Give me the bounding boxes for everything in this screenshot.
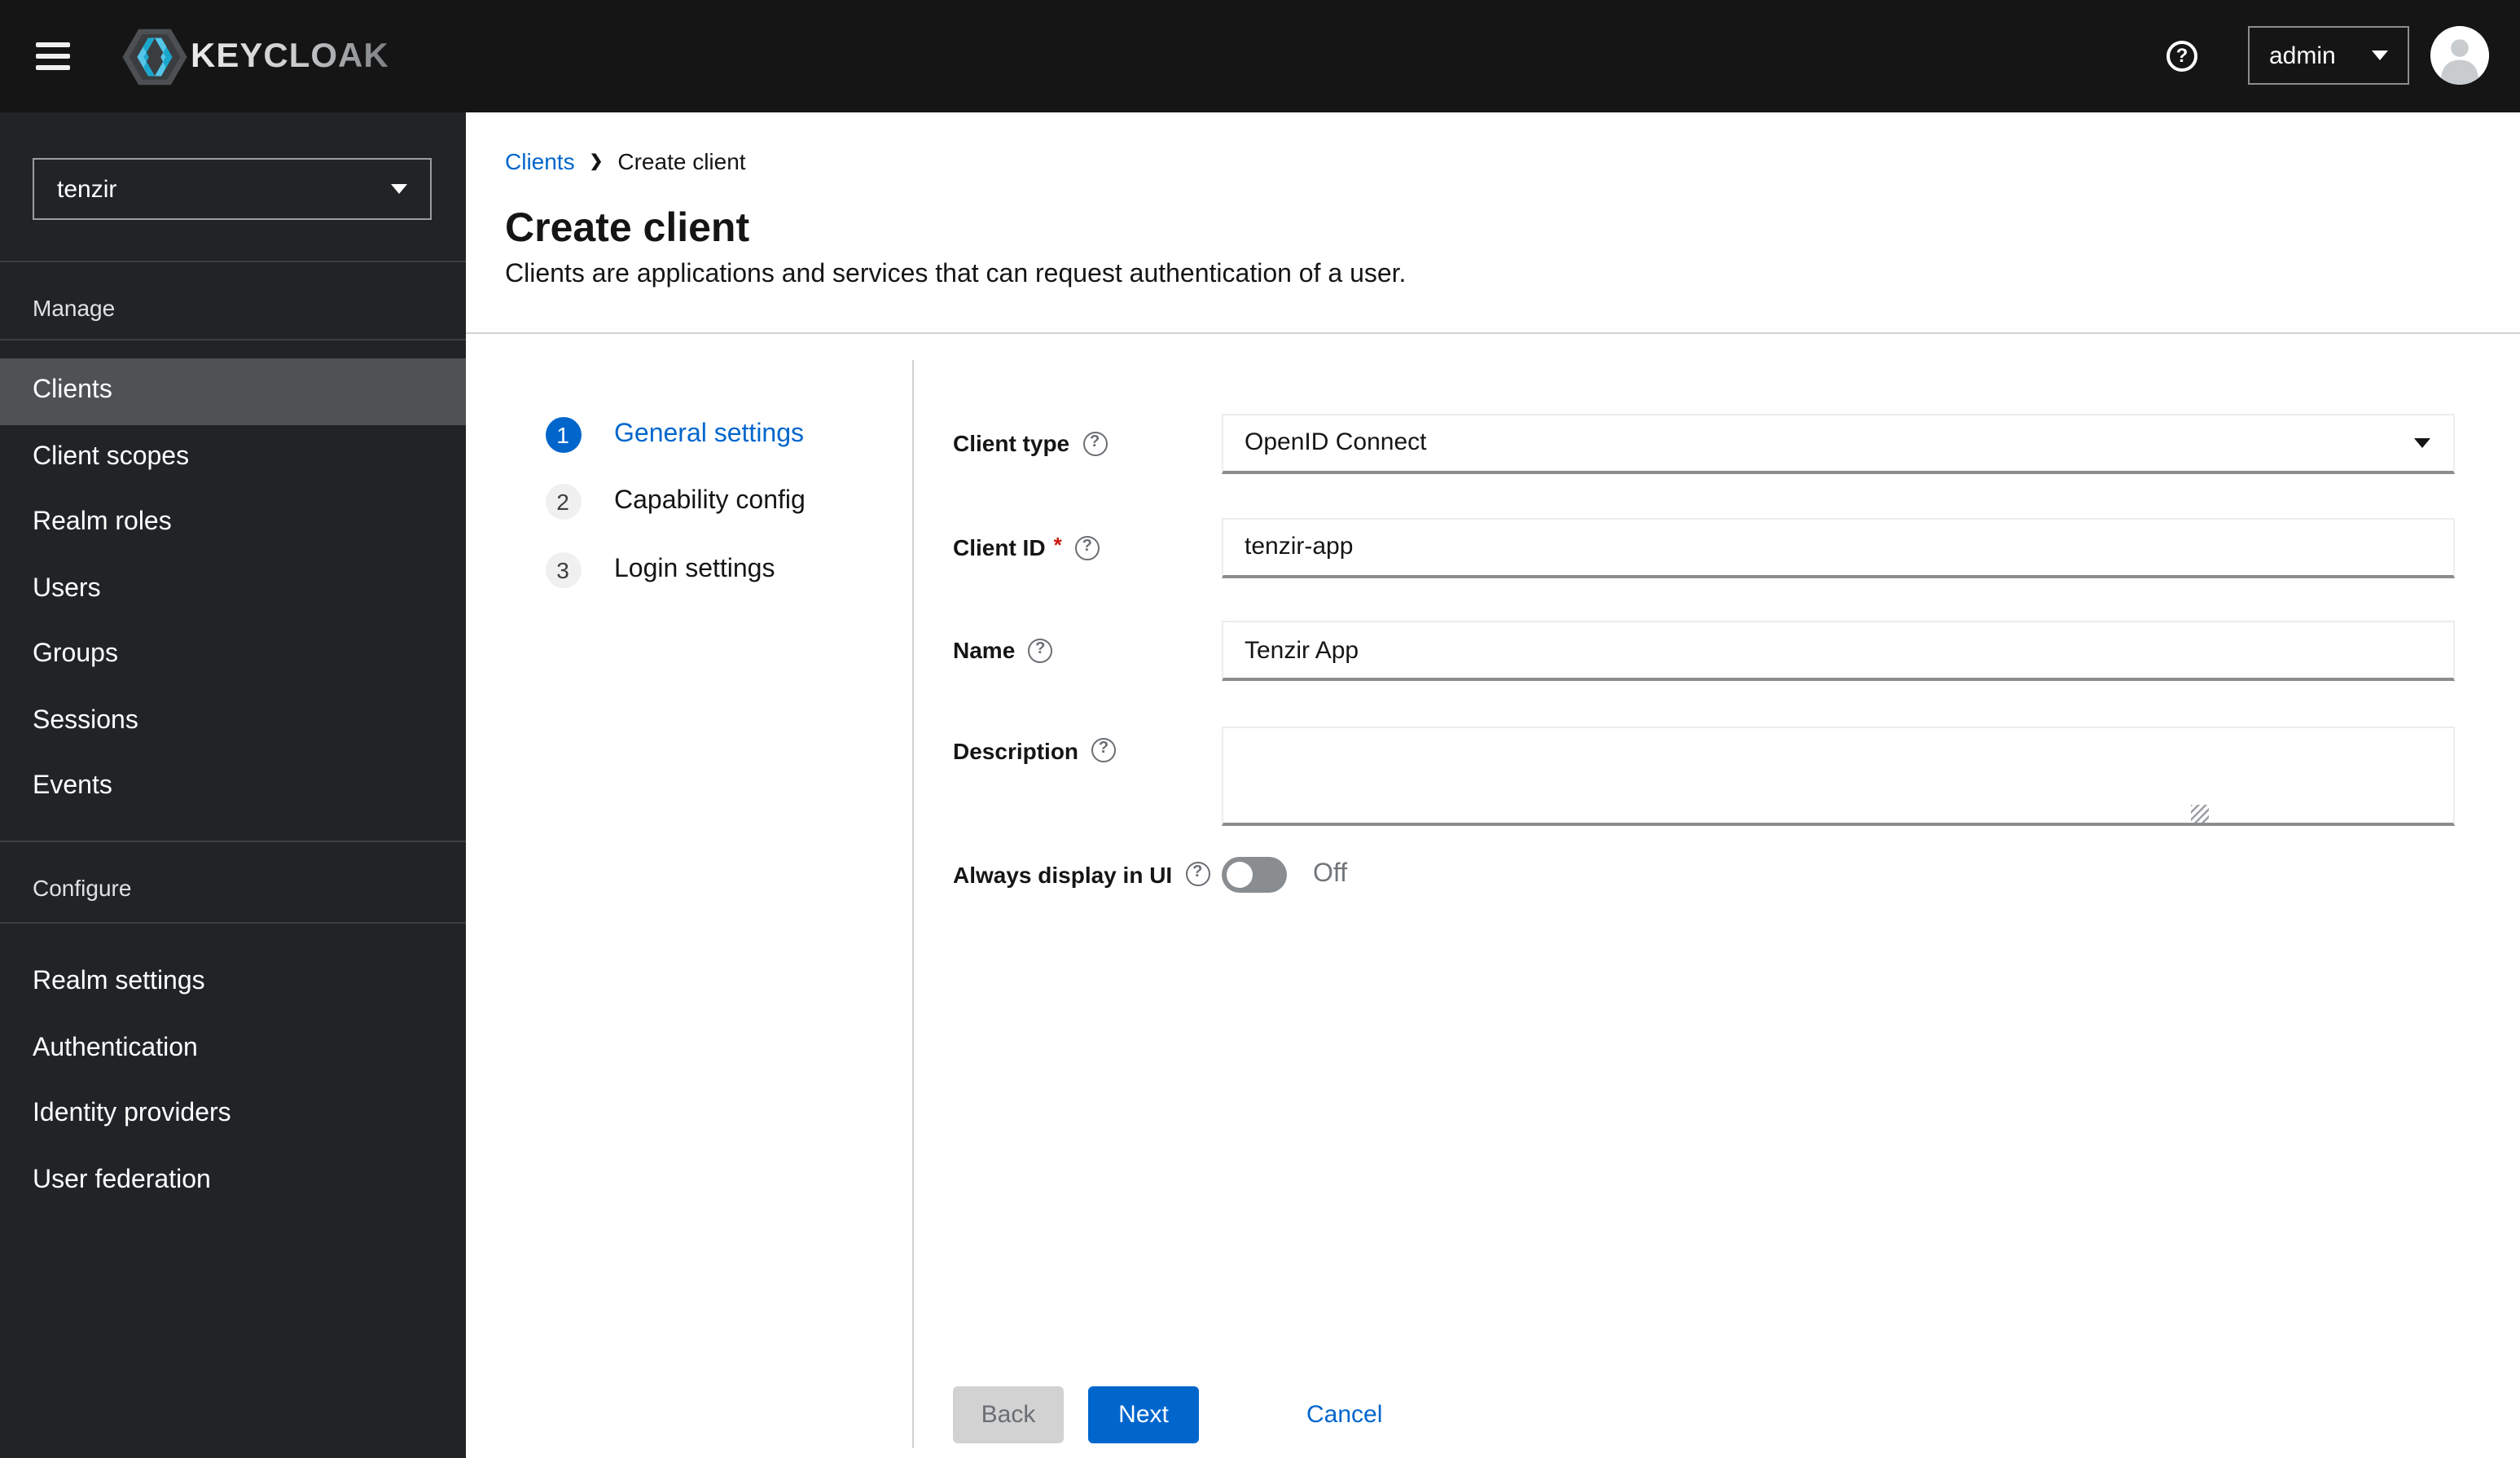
sidebar-item-sessions[interactable]: Sessions bbox=[0, 688, 466, 754]
cancel-link[interactable]: Cancel bbox=[1306, 1386, 1382, 1443]
page-header: Clients ❯ Create client Create client Cl… bbox=[466, 112, 2520, 334]
sidebar-item-clients[interactable]: Clients bbox=[0, 358, 466, 424]
wizard-step-general-settings[interactable]: 1 General settings bbox=[545, 416, 804, 452]
label-text: Name bbox=[953, 637, 1016, 663]
label-text: Client type bbox=[953, 430, 1070, 456]
back-button[interactable]: Back bbox=[953, 1386, 1064, 1443]
description-label: Description ? bbox=[953, 737, 1117, 763]
form-panel: Client type ? OpenID Connect Client ID *… bbox=[912, 334, 2520, 1458]
chevron-right-icon: ❯ bbox=[589, 152, 604, 170]
sidebar-item-identity-providers[interactable]: Identity providers bbox=[0, 1082, 466, 1148]
toggle-state-label: Off bbox=[1313, 859, 1348, 887]
breadcrumb: Clients ❯ Create client bbox=[505, 148, 746, 174]
sidebar-item-users[interactable]: Users bbox=[0, 556, 466, 622]
required-asterisk: * bbox=[1053, 533, 1062, 557]
divider bbox=[0, 841, 466, 842]
sidebar-item-realm-settings[interactable]: Realm settings bbox=[0, 950, 466, 1016]
nav-manage-list: Clients Client scopes Realm roles Users … bbox=[0, 358, 466, 820]
page-subtitle: Clients are applications and services th… bbox=[505, 261, 1407, 288]
keycloak-admin-console: KEYCLOAK ? admin tenzir Manage Clients C… bbox=[0, 0, 2520, 1458]
toggle-knob bbox=[1227, 861, 1253, 887]
next-button[interactable]: Next bbox=[1088, 1386, 1199, 1443]
label-text: Always display in UI bbox=[953, 861, 1173, 887]
sidebar-item-events[interactable]: Events bbox=[0, 754, 466, 820]
step-label: Login settings bbox=[614, 555, 775, 582]
sidebar-item-user-federation[interactable]: User federation bbox=[0, 1148, 466, 1214]
sidebar-item-groups[interactable]: Groups bbox=[0, 622, 466, 688]
help-icon[interactable]: ? bbox=[1082, 432, 1108, 456]
label-text: Description bbox=[953, 737, 1079, 763]
keycloak-hexagon-icon bbox=[122, 29, 187, 86]
keycloak-logo: KEYCLOAK bbox=[122, 28, 389, 86]
chevron-down-icon bbox=[2414, 438, 2430, 448]
chevron-down-icon bbox=[391, 184, 407, 194]
divider bbox=[0, 261, 466, 262]
nav-configure-list: Realm settings Authentication Identity p… bbox=[0, 950, 466, 1214]
person-icon bbox=[2430, 26, 2489, 85]
realm-name: tenzir bbox=[57, 175, 117, 203]
step-label: General settings bbox=[614, 419, 805, 447]
help-icon[interactable]: ? bbox=[1091, 738, 1117, 762]
sidebar-item-realm-roles[interactable]: Realm roles bbox=[0, 490, 466, 556]
breadcrumb-clients-link[interactable]: Clients bbox=[505, 148, 575, 174]
breadcrumb-current: Create client bbox=[617, 148, 746, 174]
sidebar: tenzir Manage Clients Client scopes Real… bbox=[0, 112, 466, 1458]
create-client-wizard: 1 General settings 2 Capability config 3… bbox=[466, 334, 2520, 1458]
user-menu-dropdown[interactable]: admin bbox=[2248, 26, 2409, 85]
realm-selector[interactable]: tenzir bbox=[33, 158, 432, 220]
step-number-badge: 1 bbox=[545, 416, 581, 452]
label-text: Client ID bbox=[953, 534, 1046, 560]
always-display-label: Always display in UI ? bbox=[953, 856, 1210, 892]
divider bbox=[0, 922, 466, 924]
username: admin bbox=[2269, 42, 2336, 69]
divider bbox=[0, 339, 466, 340]
name-input[interactable] bbox=[1222, 621, 2455, 681]
avatar[interactable] bbox=[2430, 26, 2489, 85]
wizard-step-login-settings[interactable]: 3 Login settings bbox=[545, 551, 775, 587]
selected-value: OpenID Connect bbox=[1245, 428, 1427, 456]
main-content: Clients ❯ Create client Create client Cl… bbox=[466, 112, 2520, 1458]
step-number-badge: 3 bbox=[545, 551, 581, 587]
page-title: Create client bbox=[505, 205, 750, 251]
sidebar-item-client-scopes[interactable]: Client scopes bbox=[0, 424, 466, 490]
client-id-label: Client ID * ? bbox=[953, 517, 1100, 577]
client-type-label: Client type ? bbox=[953, 414, 1108, 474]
brand-text: KEYCLOAK bbox=[191, 37, 389, 75]
nav-section-manage-title: Manage bbox=[33, 295, 116, 321]
help-icon[interactable]: ? bbox=[1028, 639, 1053, 663]
nav-toggle-hamburger-icon[interactable] bbox=[36, 42, 70, 70]
always-display-toggle[interactable] bbox=[1222, 856, 1287, 892]
help-icon[interactable]: ? bbox=[1074, 535, 1100, 560]
help-icon[interactable]: ? bbox=[2167, 41, 2197, 72]
wizard-step-capability-config[interactable]: 2 Capability config bbox=[545, 484, 806, 520]
description-input[interactable] bbox=[1222, 726, 2455, 825]
step-number-badge: 2 bbox=[545, 484, 581, 520]
client-type-select[interactable]: OpenID Connect bbox=[1222, 414, 2455, 474]
resize-handle[interactable] bbox=[2191, 804, 2209, 822]
help-icon[interactable]: ? bbox=[1185, 862, 1210, 886]
client-id-input[interactable] bbox=[1222, 517, 2455, 577]
nav-section-configure-title: Configure bbox=[33, 875, 132, 901]
name-label: Name ? bbox=[953, 621, 1053, 681]
step-label: Capability config bbox=[614, 487, 806, 515]
masthead: KEYCLOAK ? admin bbox=[0, 0, 2520, 112]
sidebar-item-authentication[interactable]: Authentication bbox=[0, 1016, 466, 1082]
chevron-down-icon bbox=[2372, 51, 2388, 60]
